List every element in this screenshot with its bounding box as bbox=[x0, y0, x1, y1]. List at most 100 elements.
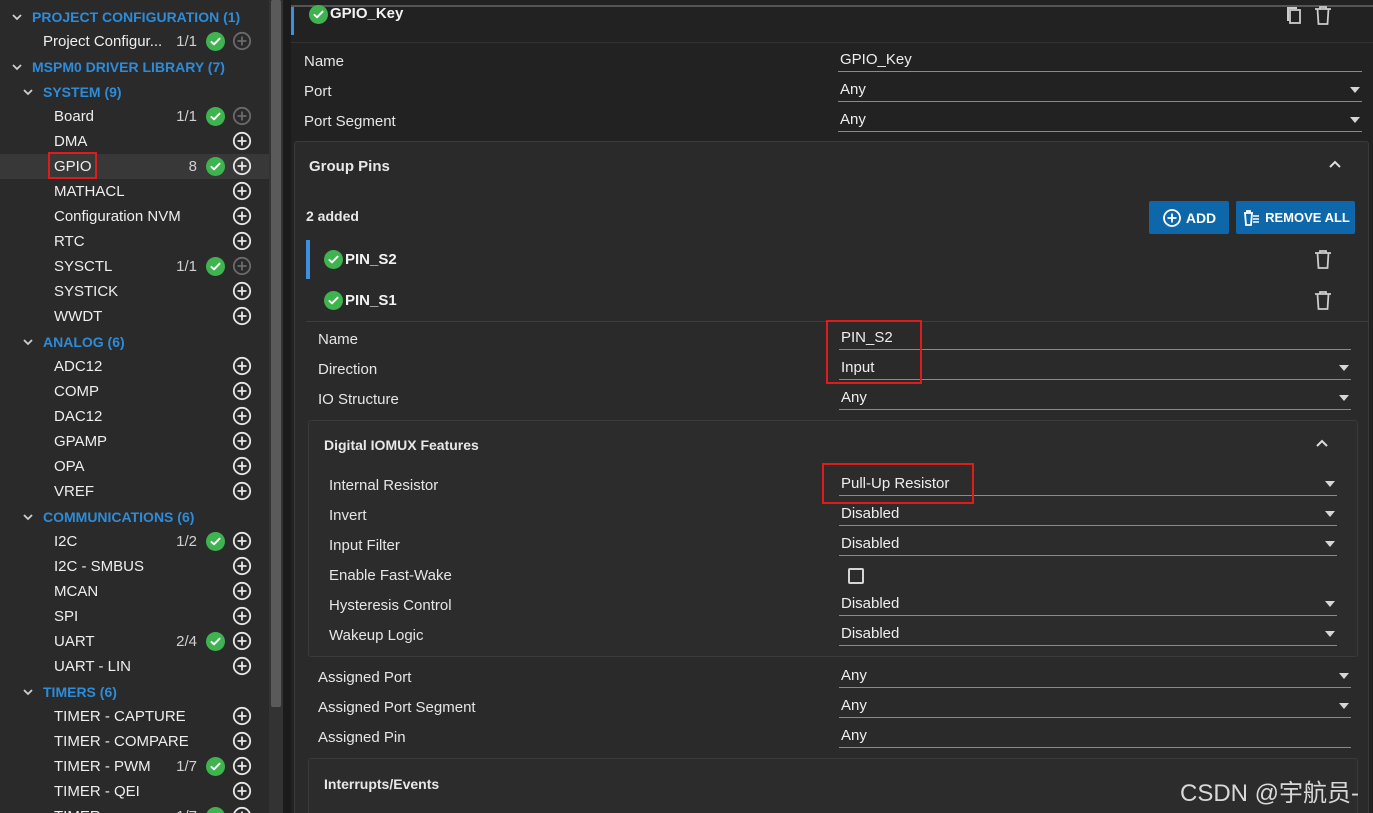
sidebar-item[interactable]: SYSTICK bbox=[0, 279, 269, 304]
pin-item-s1[interactable]: PIN_S1 bbox=[345, 292, 397, 309]
add-instance-icon[interactable] bbox=[232, 406, 252, 426]
chevron-down-icon[interactable] bbox=[22, 511, 34, 523]
add-pin-label: ADD bbox=[1185, 209, 1217, 226]
wakeup-select[interactable]: Disabled bbox=[839, 624, 1337, 646]
sidebar-item-label: TIMER - PWM bbox=[54, 758, 151, 775]
add-instance-icon[interactable] bbox=[232, 806, 252, 813]
delete-pin-icon[interactable] bbox=[1314, 290, 1332, 310]
sidebar-item[interactable]: DAC12 bbox=[0, 404, 269, 429]
sidebar-category[interactable]: SYSTEM (9) bbox=[0, 79, 269, 104]
sidebar-item[interactable]: GPIO 8 bbox=[0, 154, 269, 179]
assigned-port-select[interactable]: Any bbox=[839, 666, 1351, 688]
chevron-down-icon[interactable] bbox=[11, 61, 23, 73]
add-instance-icon[interactable] bbox=[232, 756, 252, 776]
sidebar-item[interactable]: UART - LIN bbox=[0, 654, 269, 679]
add-instance-icon[interactable] bbox=[232, 231, 252, 251]
add-instance-icon[interactable] bbox=[232, 281, 252, 301]
sidebar-item[interactable]: Board 1/1 bbox=[0, 104, 269, 129]
sidebar-item[interactable]: UART 2/4 bbox=[0, 629, 269, 654]
sidebar-category[interactable]: MSPM0 DRIVER LIBRARY (7) bbox=[0, 54, 269, 79]
delete-module-icon[interactable] bbox=[1314, 5, 1332, 25]
fast-wake-checkbox[interactable] bbox=[848, 568, 864, 584]
input-filter-select[interactable]: Disabled bbox=[839, 534, 1337, 556]
add-instance-icon[interactable] bbox=[232, 456, 252, 476]
add-instance-icon[interactable] bbox=[232, 356, 252, 376]
add-instance-icon[interactable] bbox=[232, 731, 252, 751]
sidebar-category[interactable]: PROJECT CONFIGURATION (1) bbox=[0, 4, 269, 29]
add-instance-icon[interactable] bbox=[232, 181, 252, 201]
sidebar-scrollbar-thumb[interactable] bbox=[271, 0, 281, 707]
sidebar-item[interactable]: TIMER 1/7 bbox=[0, 804, 269, 813]
add-instance-icon[interactable] bbox=[232, 306, 252, 326]
delete-pin-icon[interactable] bbox=[1314, 249, 1332, 269]
sidebar-item[interactable]: TIMER - COMPARE bbox=[0, 729, 269, 754]
direction-select[interactable]: Input bbox=[839, 358, 1351, 380]
sidebar-item-label: UART - LIN bbox=[54, 658, 131, 675]
add-instance-icon[interactable] bbox=[232, 156, 252, 176]
io-structure-select[interactable]: Any bbox=[839, 388, 1351, 410]
add-instance-icon[interactable] bbox=[232, 531, 252, 551]
remove-all-button[interactable]: REMOVE ALL bbox=[1236, 201, 1355, 234]
sidebar-item[interactable]: VREF bbox=[0, 479, 269, 504]
check-icon bbox=[206, 157, 225, 176]
add-instance-icon[interactable] bbox=[232, 656, 252, 676]
chevron-down-icon[interactable] bbox=[22, 86, 34, 98]
add-instance-icon[interactable] bbox=[232, 706, 252, 726]
pin-item-s2[interactable]: PIN_S2 bbox=[345, 251, 397, 268]
add-instance-icon[interactable] bbox=[232, 131, 252, 151]
sidebar-item[interactable]: I2C - SMBUS bbox=[0, 554, 269, 579]
add-instance-icon[interactable] bbox=[232, 556, 252, 576]
add-instance-icon[interactable] bbox=[232, 381, 252, 401]
remove-all-icon bbox=[1244, 209, 1260, 226]
sidebar-item[interactable]: ADC12 bbox=[0, 354, 269, 379]
sidebar-category[interactable]: COMMUNICATIONS (6) bbox=[0, 504, 269, 529]
sidebar-item[interactable]: WWDT bbox=[0, 304, 269, 329]
collapse-caret-icon[interactable] bbox=[1328, 157, 1342, 171]
invert-select[interactable]: Disabled bbox=[839, 504, 1337, 526]
sidebar-item[interactable]: MATHACL bbox=[0, 179, 269, 204]
sidebar-item[interactable]: Configuration NVM bbox=[0, 204, 269, 229]
sidebar-item[interactable]: TIMER - PWM 1/7 bbox=[0, 754, 269, 779]
sidebar-item[interactable]: SYSCTL 1/1 bbox=[0, 254, 269, 279]
sidebar-item-label: RTC bbox=[54, 233, 85, 250]
sidebar-item[interactable]: TIMER - CAPTURE bbox=[0, 704, 269, 729]
sidebar-item[interactable]: GPAMP bbox=[0, 429, 269, 454]
copy-icon[interactable] bbox=[1285, 6, 1303, 24]
sidebar-category[interactable]: ANALOG (6) bbox=[0, 329, 269, 354]
add-instance-icon[interactable] bbox=[232, 631, 252, 651]
sidebar-item[interactable]: MCAN bbox=[0, 579, 269, 604]
name-field[interactable]: GPIO_Key bbox=[838, 50, 1362, 72]
sidebar-item-count: 8 bbox=[188, 158, 197, 175]
assigned-segment-select[interactable]: Any bbox=[839, 696, 1351, 718]
add-instance-icon[interactable] bbox=[232, 206, 252, 226]
panel-splitter[interactable] bbox=[283, 0, 291, 813]
add-instance-icon[interactable] bbox=[232, 481, 252, 501]
port-select[interactable]: Any bbox=[838, 80, 1362, 102]
add-instance-icon[interactable] bbox=[232, 781, 252, 801]
chevron-down-icon[interactable] bbox=[22, 686, 34, 698]
chevron-down-icon[interactable] bbox=[11, 11, 23, 23]
add-instance-icon[interactable] bbox=[232, 581, 252, 601]
internal-resistor-select[interactable]: Pull-Up Resistor bbox=[839, 474, 1337, 496]
hysteresis-select[interactable]: Disabled bbox=[839, 594, 1337, 616]
sidebar-item[interactable]: COMP bbox=[0, 379, 269, 404]
pin-name-field[interactable]: PIN_S2 bbox=[839, 328, 1351, 350]
chevron-down-icon[interactable] bbox=[22, 336, 34, 348]
sidebar-item[interactable]: Project Configur... 1/1 bbox=[0, 29, 269, 54]
sidebar-item[interactable]: OPA bbox=[0, 454, 269, 479]
add-instance-icon[interactable] bbox=[232, 606, 252, 626]
sidebar-item[interactable]: RTC bbox=[0, 229, 269, 254]
add-instance-icon[interactable] bbox=[232, 431, 252, 451]
sidebar-category[interactable]: TIMERS (6) bbox=[0, 679, 269, 704]
collapse-caret-icon[interactable] bbox=[1315, 436, 1329, 450]
add-pin-button[interactable]: ADD bbox=[1149, 201, 1229, 234]
add-instance-icon bbox=[232, 256, 252, 276]
sidebar-item[interactable]: I2C 1/2 bbox=[0, 529, 269, 554]
io-structure-label: IO Structure bbox=[318, 391, 399, 408]
port-segment-select[interactable]: Any bbox=[838, 110, 1362, 132]
sidebar-item-label: MCAN bbox=[54, 583, 99, 600]
sidebar-item[interactable]: DMA bbox=[0, 129, 269, 154]
sidebar-item[interactable]: TIMER - QEI bbox=[0, 779, 269, 804]
assigned-pin-field[interactable]: Any bbox=[839, 726, 1351, 748]
sidebar-item[interactable]: SPI bbox=[0, 604, 269, 629]
